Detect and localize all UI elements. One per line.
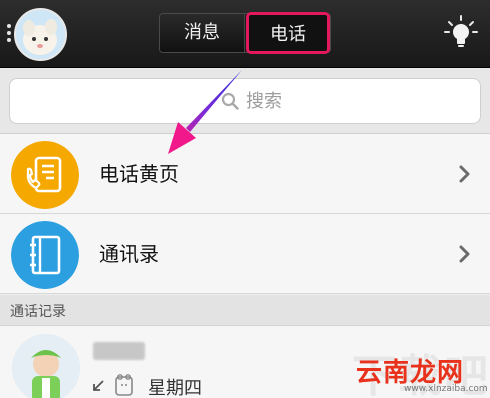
call-log-header: 通话记录	[0, 295, 490, 326]
chevron-right-icon	[459, 245, 470, 263]
top-bar: 消息 电话	[0, 0, 490, 68]
tab-phone[interactable]: 电话	[246, 12, 330, 54]
chevron-right-icon	[459, 165, 470, 183]
tab-group: 消息 电话	[159, 12, 331, 54]
row-contacts[interactable]: 通讯录	[0, 214, 490, 294]
search-area	[0, 68, 490, 134]
incoming-call-icon	[93, 380, 104, 391]
tab-messages[interactable]: 消息	[160, 14, 245, 52]
call-time: 星期四	[148, 378, 202, 398]
device-icon	[115, 374, 133, 396]
search-input[interactable]	[246, 87, 366, 115]
phone-book-icon	[11, 141, 79, 209]
watermark-url: www.xlnzaiba.com	[404, 384, 488, 394]
menu-icon[interactable]	[7, 24, 11, 44]
search-icon	[221, 92, 239, 110]
contact-avatar	[12, 334, 80, 398]
row-phone-yellow-pages[interactable]: 电话黄页	[0, 134, 490, 214]
contacts-icon	[11, 221, 79, 289]
search-box[interactable]	[9, 78, 481, 124]
section-title: 通话记录	[10, 304, 66, 320]
lightbulb-icon[interactable]	[443, 14, 479, 50]
row-label: 电话黄页	[99, 162, 179, 186]
contact-name-redacted	[93, 342, 145, 360]
row-label: 通讯录	[99, 242, 159, 266]
user-avatar[interactable]	[14, 8, 67, 61]
